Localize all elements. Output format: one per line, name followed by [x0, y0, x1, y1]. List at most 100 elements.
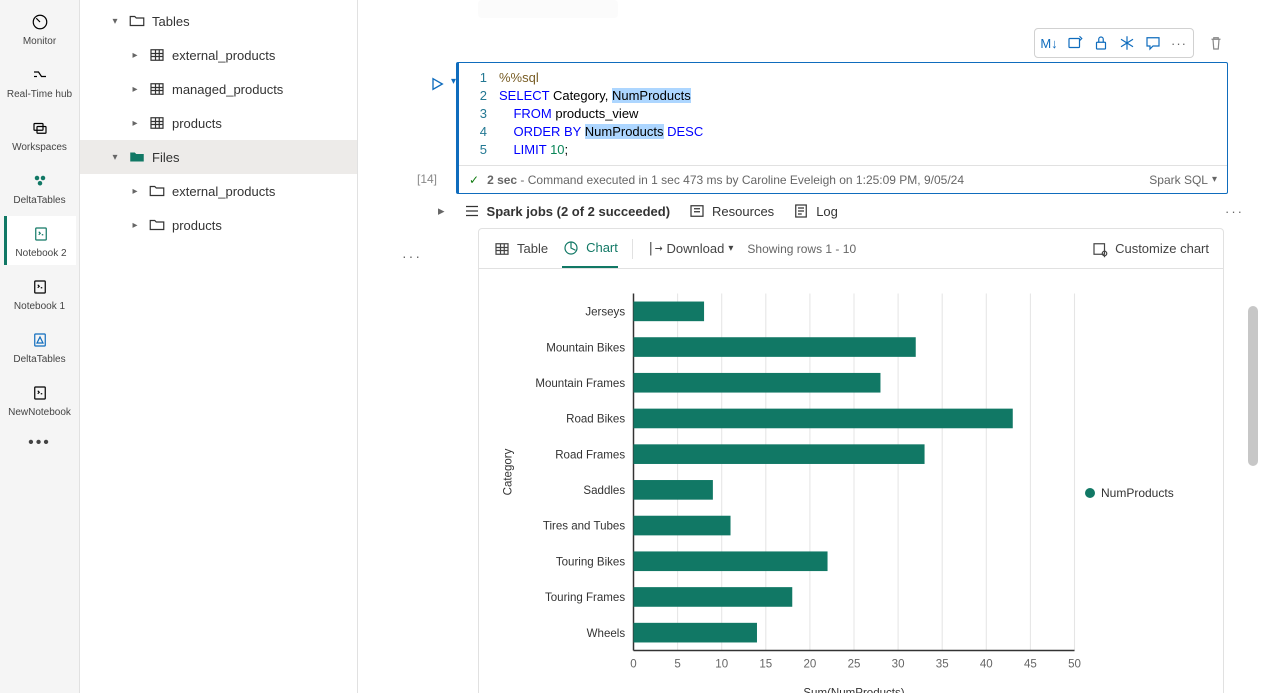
table-icon: [148, 114, 166, 132]
svg-text:Touring Bikes: Touring Bikes: [556, 556, 625, 568]
svg-text:Jerseys: Jerseys: [585, 307, 625, 319]
table-icon: [148, 46, 166, 64]
download-button[interactable]: |→ Download ▾: [647, 241, 734, 256]
freeze-button[interactable]: [1115, 31, 1139, 55]
ghost-placeholder: [478, 0, 618, 18]
chart-panel: Table Chart |→ Download ▾ Showing rows 1…: [478, 228, 1224, 693]
more-button[interactable]: ···: [1167, 31, 1191, 55]
table-icon: [148, 80, 166, 98]
lakehouse-icon: [28, 328, 52, 352]
chevron-down-icon: ▾: [108, 16, 122, 27]
rail-label: DeltaTables: [13, 195, 65, 206]
chevron-right-icon: ▸: [128, 84, 142, 95]
output-meta-row: ▸ Spark jobs (2 of 2 succeeded) Resource…: [358, 194, 1264, 228]
tree-label: external_products: [172, 184, 357, 199]
rail-notebook1[interactable]: Notebook 1: [4, 269, 76, 318]
tree-table-item[interactable]: ▸ external_products: [80, 38, 357, 72]
resources-link[interactable]: Resources: [688, 202, 774, 220]
rail-workspaces[interactable]: Workspaces: [4, 110, 76, 159]
code-cell: ▾ 12345 %%sql SELECT Category, NumProduc…: [398, 62, 1228, 194]
legend-label: NumProducts: [1101, 486, 1174, 500]
spark-jobs-link[interactable]: Spark jobs (2 of 2 succeeded): [463, 202, 671, 220]
tree-label: products: [172, 218, 357, 233]
tree-files[interactable]: ▾ Files: [80, 140, 357, 174]
customize-chart-button[interactable]: Customize chart: [1091, 240, 1209, 258]
svg-text:10: 10: [715, 658, 728, 670]
bar-chart: 05101520253035404550JerseysMountain Bike…: [497, 283, 1085, 693]
rail-deltatables[interactable]: DeltaTables: [4, 163, 76, 212]
notebook-main: M↓ ··· ▾ 12345 %%sql SELECT Category, Nu…: [358, 0, 1264, 693]
svg-text:30: 30: [892, 658, 905, 670]
chart-legend: NumProducts: [1085, 283, 1205, 693]
rail-notebook2[interactable]: Notebook 2: [4, 216, 76, 265]
chevron-right-icon: ▸: [128, 186, 142, 197]
chevron-down-icon: ▾: [108, 152, 122, 163]
svg-text:0: 0: [630, 658, 636, 670]
output-more-button[interactable]: ···: [1225, 204, 1254, 219]
cell-toolbar: M↓ ···: [358, 28, 1264, 58]
explorer-panel: ▾ Tables ▸ external_products ▸ managed_p…: [80, 0, 358, 693]
notebook-icon: [29, 222, 53, 246]
rail-label: Notebook 2: [15, 248, 66, 259]
comment-button[interactable]: [1141, 31, 1165, 55]
tree-table-item[interactable]: ▸ managed_products: [80, 72, 357, 106]
svg-text:50: 50: [1068, 658, 1081, 670]
exec-count: [14]: [417, 172, 437, 186]
cell-side-more[interactable]: ···: [402, 248, 422, 264]
rail-label: Workspaces: [12, 142, 67, 153]
rail-label: Monitor: [23, 36, 56, 47]
rail-label: Notebook 1: [14, 301, 65, 312]
tree-table-item[interactable]: ▸ products: [80, 106, 357, 140]
lock-button[interactable]: [1089, 31, 1113, 55]
tree-label: external_products: [172, 48, 357, 63]
svg-text:Wheels: Wheels: [587, 628, 626, 640]
chart-view-tab[interactable]: Chart: [562, 229, 618, 268]
collapse-output-toggle[interactable]: ▸: [438, 203, 445, 219]
rail-newnotebook[interactable]: NewNotebook: [4, 375, 76, 424]
cell-body: 12345 %%sql SELECT Category, NumProducts…: [456, 62, 1228, 194]
tree-folder-item[interactable]: ▸ external_products: [80, 174, 357, 208]
folder-icon: [148, 216, 166, 234]
folder-icon: [148, 182, 166, 200]
table-view-tab[interactable]: Table: [493, 229, 548, 268]
divider: [632, 239, 633, 259]
folder-icon: [128, 12, 146, 30]
language-selector[interactable]: Spark SQL ▾: [1149, 173, 1217, 187]
chevron-right-icon: ▸: [128, 118, 142, 129]
run-button[interactable]: [429, 76, 445, 97]
line-gutter: 12345: [459, 69, 499, 159]
notebook-icon: [28, 275, 52, 299]
rail-label: DeltaTables: [13, 354, 65, 365]
workspaces-icon: [28, 116, 52, 140]
svg-text:Road Bikes: Road Bikes: [566, 414, 625, 426]
svg-text:5: 5: [674, 658, 680, 670]
delete-cell-button[interactable]: [1204, 31, 1228, 55]
rail-monitor[interactable]: Monitor: [4, 4, 76, 53]
lakehouse-icon: [28, 169, 52, 193]
chart-tabs: Table Chart |→ Download ▾ Showing rows 1…: [479, 229, 1223, 269]
vertical-scrollbar[interactable]: [1248, 306, 1258, 466]
tree-label: managed_products: [172, 82, 357, 97]
rail-realtime[interactable]: Real-Time hub: [4, 57, 76, 106]
svg-text:15: 15: [759, 658, 772, 670]
convert-cell-button[interactable]: [1063, 31, 1087, 55]
rail-deltatables2[interactable]: DeltaTables: [4, 322, 76, 371]
rail-label: NewNotebook: [8, 407, 71, 418]
tree-label: products: [172, 116, 357, 131]
svg-text:45: 45: [1024, 658, 1037, 670]
left-rail: Monitor Real-Time hub Workspaces DeltaTa…: [0, 0, 80, 693]
log-link[interactable]: Log: [792, 202, 838, 220]
svg-text:Mountain Frames: Mountain Frames: [535, 378, 625, 390]
notebook-icon: [28, 381, 52, 405]
code-editor[interactable]: 12345 %%sql SELECT Category, NumProducts…: [459, 63, 1227, 165]
check-icon: ✓: [469, 173, 479, 187]
svg-text:Tires and Tubes: Tires and Tubes: [543, 521, 625, 533]
svg-text:40: 40: [980, 658, 993, 670]
svg-text:Touring Frames: Touring Frames: [545, 592, 625, 604]
markdown-toggle-button[interactable]: M↓: [1037, 31, 1061, 55]
tree-tables[interactable]: ▾ Tables: [80, 4, 357, 38]
tree-folder-item[interactable]: ▸ products: [80, 208, 357, 242]
gauge-icon: [28, 10, 52, 34]
svg-text:25: 25: [848, 658, 861, 670]
rail-more[interactable]: •••: [28, 428, 51, 452]
